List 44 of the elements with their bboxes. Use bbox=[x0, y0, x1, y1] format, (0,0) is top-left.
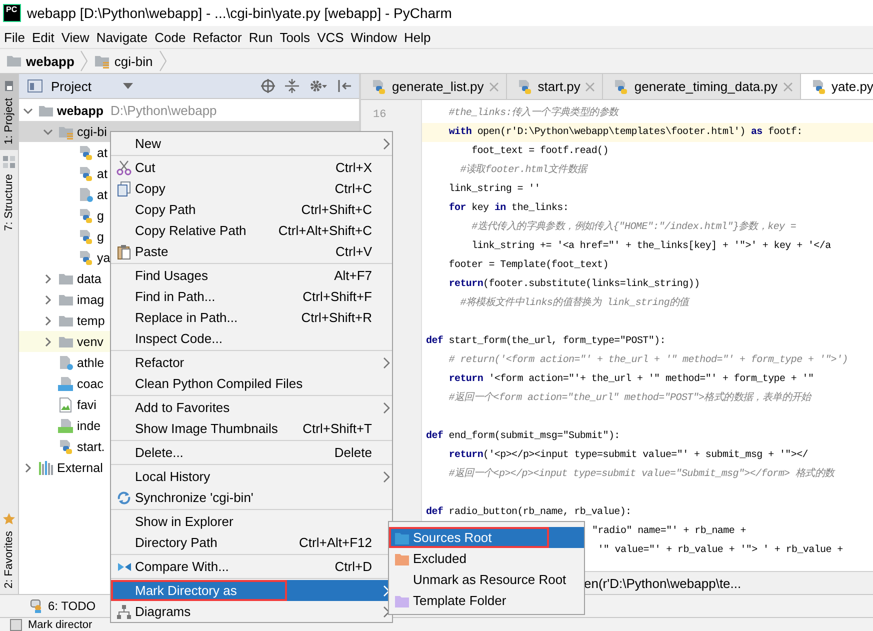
tree-item-label: data bbox=[77, 272, 102, 286]
code-comment: # return('<form action="' + the_url + '" method="' + form_type + '">') bbox=[448, 354, 849, 368]
tree-item-label: External bbox=[57, 460, 103, 474]
tree-item-label: at bbox=[97, 146, 108, 160]
tree-item-label: g bbox=[97, 230, 104, 244]
code-line: "radio" name="' + rb_name + bbox=[591, 524, 747, 539]
code-line: foot_text = footf.read() bbox=[470, 144, 610, 159]
code-comment: #the_links:传入一个字典类型的参数 bbox=[448, 106, 620, 121]
line-number: 16 bbox=[372, 108, 388, 123]
tree-item-label: inde bbox=[77, 418, 101, 432]
tree-item-label: imag bbox=[77, 292, 104, 306]
tree-item-label: favi bbox=[77, 398, 96, 412]
code-line: return '<form action="'+ the_url + '" method="' + form_type + '" bbox=[448, 372, 815, 387]
tree-item-label: venv bbox=[77, 334, 104, 348]
code-comment: #返回一个<p></p><input type=submit value="Submit_msg"></form> 格式的数 bbox=[448, 466, 836, 482]
tree-item-label: at bbox=[97, 188, 108, 202]
tree-item-path: D:\Python\webapp bbox=[110, 103, 217, 118]
tree-item-label: temp bbox=[77, 314, 105, 328]
window-title: webapp [D:\Python\webapp] - ...\cgi-bin\yate.py [webapp] - PyCharm bbox=[27, 5, 452, 21]
tree-item-label: athle bbox=[77, 356, 104, 370]
tree-item-label: start. bbox=[77, 440, 105, 454]
code-line: def end_form(submit_msg="Submit"): bbox=[425, 430, 621, 444]
code-line: def start_form(the_url, form_type="POST"): bbox=[425, 334, 666, 349]
code-line: link_string += '<a href="' + the_links[key] + '">' + key + '</a bbox=[470, 240, 832, 254]
code-line: footer = Template(foot_text) bbox=[448, 258, 610, 273]
code-comment: #返回一个<form action="the_url" method="POST">格式的数据，表单的开始 bbox=[448, 390, 812, 406]
editor-hint-text: en(r'D:\Python\webapp\te... bbox=[584, 576, 742, 590]
code-line: return('<p></p><input type=submit value="' + submit_msg + '"></ bbox=[448, 448, 809, 463]
code-line: for key in the_links: bbox=[448, 202, 570, 216]
code-line: def radio_button(rb_name, rb_value): bbox=[425, 506, 632, 520]
code-comment: #读取footer.html文件数据 bbox=[459, 162, 589, 178]
tree-item-label: webapp bbox=[57, 104, 104, 118]
tree-item-label: coac bbox=[77, 376, 104, 390]
app-logo: PC bbox=[3, 4, 21, 22]
code-comment: #将模板文件中links的值替换为 link_string的值 bbox=[459, 296, 691, 311]
code-comment: #迭代传入的字典参数，例如传入{"HOME":"/index.html"}参数，key = bbox=[470, 220, 798, 235]
code-line: '" value="' + rb_value + '"> ' + rb_value + bbox=[596, 544, 844, 558]
tree-item-label: ya bbox=[97, 250, 110, 264]
tree-item-label: g bbox=[97, 208, 104, 222]
status-text: Mark director bbox=[28, 618, 92, 630]
tree-item-label: at bbox=[97, 166, 108, 180]
code-line: return(footer.substitute(links=link_string)) bbox=[448, 278, 701, 292]
code-line: link_string = '' bbox=[448, 182, 542, 197]
tree-item-label: cgi-bi bbox=[77, 124, 107, 138]
